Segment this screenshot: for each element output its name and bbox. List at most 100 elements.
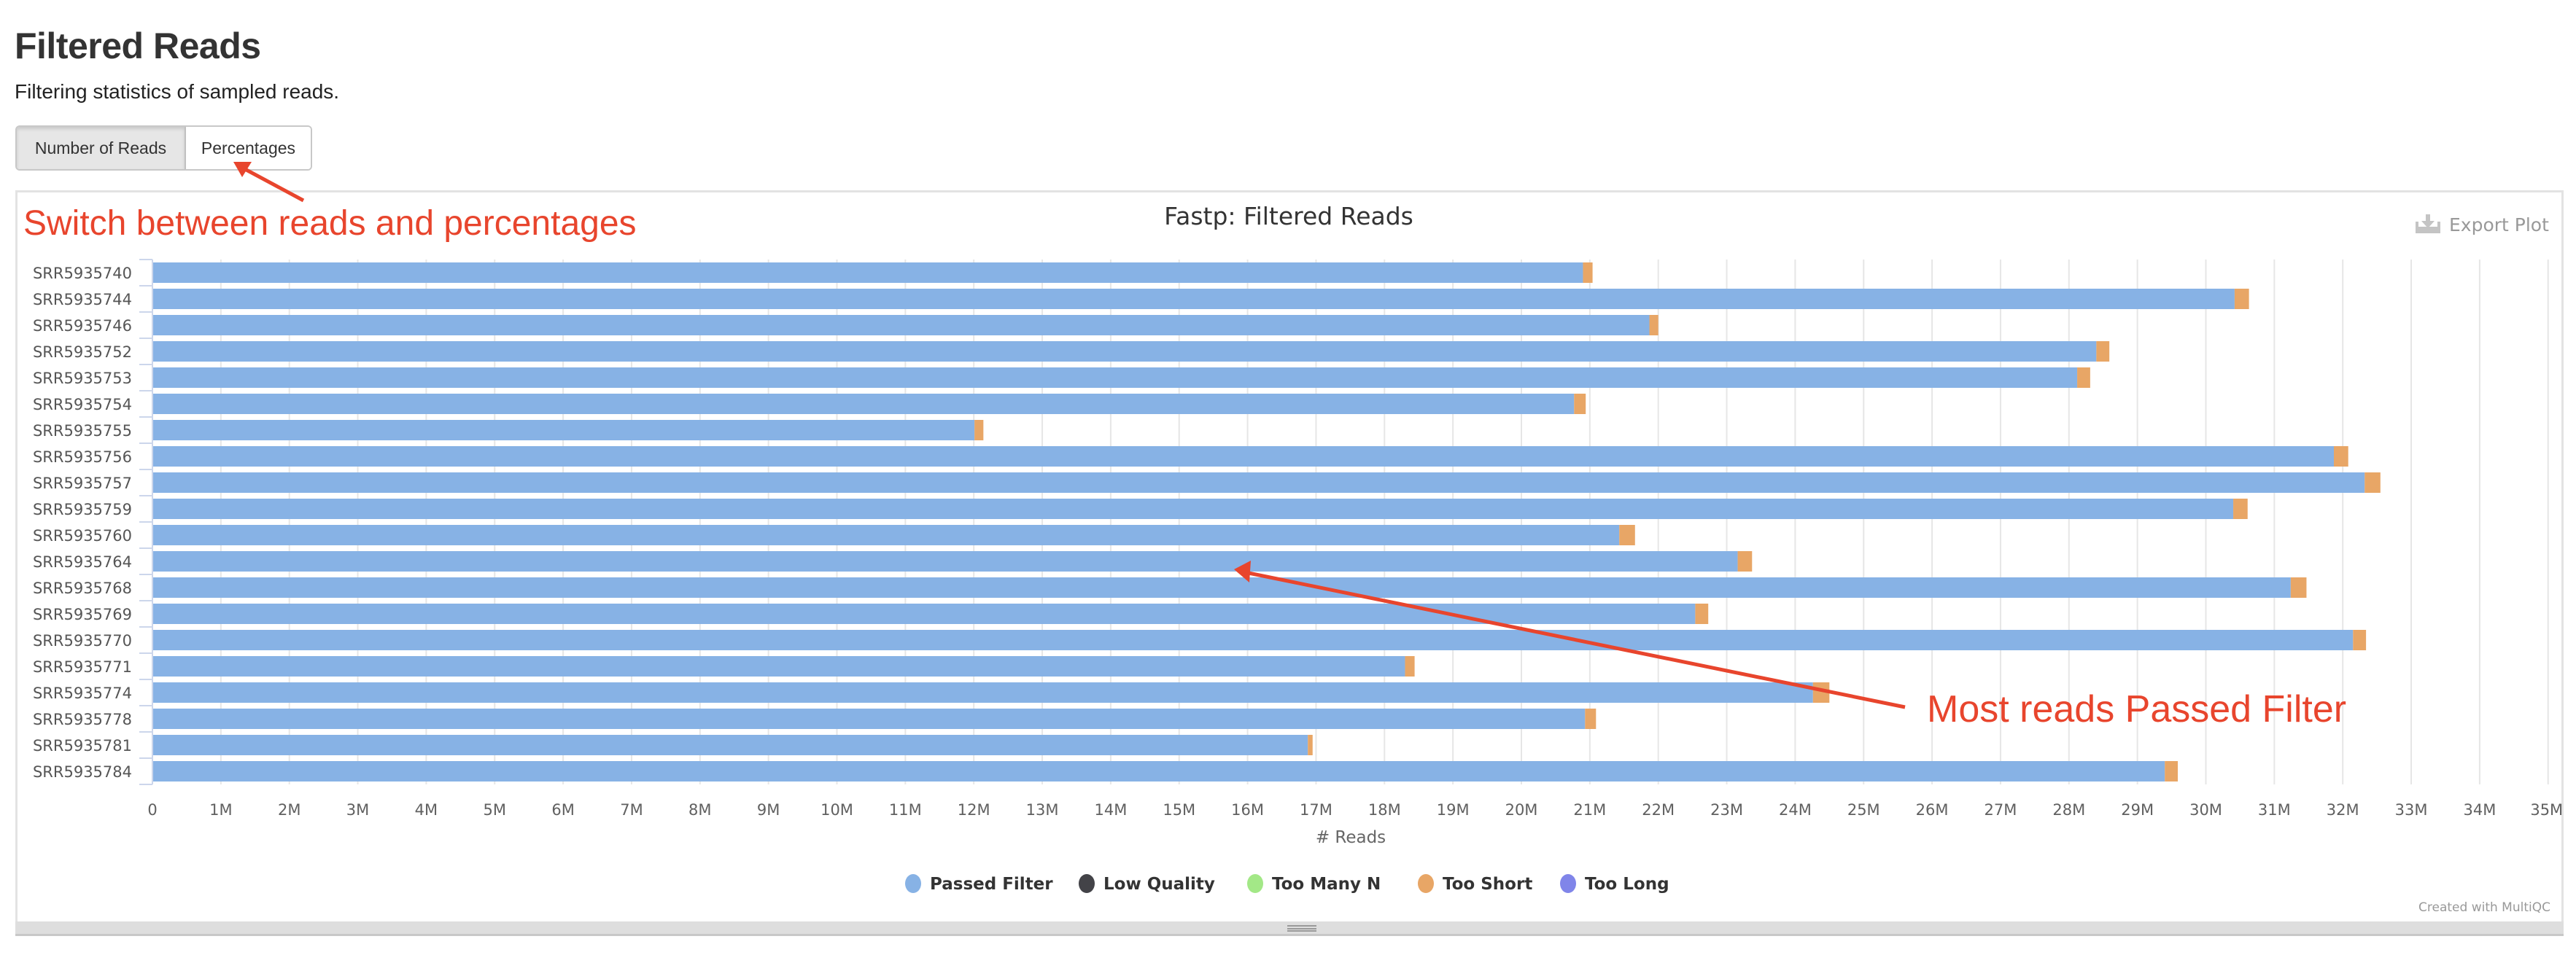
bar-passed-filter[interactable] <box>152 315 1650 335</box>
y-category-label: SRR5935756 <box>33 448 132 466</box>
bar-too-short[interactable] <box>1583 262 1593 283</box>
bar-too-short[interactable] <box>2165 761 2179 781</box>
download-icon <box>2416 214 2440 233</box>
x-tick-label: 8M <box>688 801 711 819</box>
x-tick-label: 35M <box>2530 801 2563 819</box>
export-plot-button[interactable]: Export Plot <box>2416 214 2549 235</box>
bar-too-short[interactable] <box>1619 525 1635 545</box>
legend-item-too-many-n[interactable]: Too Many N <box>1247 874 1381 894</box>
bar-passed-filter[interactable] <box>152 761 2165 781</box>
annotation-switch-text: Switch between reads and percentages <box>23 204 637 243</box>
legend-marker-icon <box>905 874 921 893</box>
x-tick-label: 3M <box>346 801 369 819</box>
x-tick-label: 0 <box>147 801 157 819</box>
x-tick-label: 10M <box>820 801 853 819</box>
x-tick-label: 33M <box>2395 801 2428 819</box>
x-tick-label: 19M <box>1437 801 1470 819</box>
x-tick-label: 2M <box>278 801 300 819</box>
x-tick-label: 11M <box>889 801 922 819</box>
bar-passed-filter[interactable] <box>152 577 2291 598</box>
bar-too-short[interactable] <box>1574 394 1586 414</box>
x-tick-label: 26M <box>1916 801 1949 819</box>
legend-item-passed-filter[interactable]: Passed Filter <box>905 874 1053 894</box>
y-category-label: SRR5935760 <box>33 527 132 545</box>
bar-passed-filter[interactable] <box>152 367 2078 388</box>
bar-passed-filter[interactable] <box>152 735 1308 755</box>
y-category-label: SRR5935784 <box>33 763 132 781</box>
legend-label: Too Long <box>1585 875 1669 894</box>
bar-too-short[interactable] <box>2364 472 2381 493</box>
y-category-label: SRR5935740 <box>33 265 132 282</box>
legend-item-low-quality[interactable]: Low Quality <box>1079 874 1215 894</box>
x-tick-label: 18M <box>1368 801 1401 819</box>
x-tick-label: 12M <box>958 801 990 819</box>
bar-too-short[interactable] <box>1649 315 1659 335</box>
x-tick-label: 17M <box>1300 801 1332 819</box>
bar-too-short[interactable] <box>2233 499 2248 519</box>
bar-too-short[interactable] <box>1585 709 1597 729</box>
bar-passed-filter[interactable] <box>152 499 2234 519</box>
annotation-passed-text: Most reads Passed Filter <box>1927 688 2346 730</box>
bar-too-short[interactable] <box>2290 577 2307 598</box>
bar-too-short[interactable] <box>1695 604 1709 624</box>
x-tick-label: 34M <box>2463 801 2496 819</box>
bar-too-short[interactable] <box>2353 630 2367 650</box>
bar-passed-filter[interactable] <box>152 630 2354 650</box>
x-tick-label: 23M <box>1710 801 1743 819</box>
x-tick-label: 14M <box>1094 801 1127 819</box>
bar-passed-filter[interactable] <box>152 525 1620 545</box>
filtered-reads-chart: 0 1M 2M 3M 4M 5M 6M 7M 8M 9M 10M 11M 12M 13M 14M 15M 16M… <box>23 162 2563 915</box>
legend-marker-icon <box>1560 874 1576 893</box>
bar-too-short[interactable] <box>1308 735 1313 755</box>
bar-passed-filter[interactable] <box>152 341 2097 362</box>
x-tick-label: 21M <box>1573 801 1606 819</box>
x-tick-label: 29M <box>2121 801 2154 819</box>
x-tick-label: 30M <box>2189 801 2222 819</box>
bar-too-short[interactable] <box>2333 446 2348 467</box>
bar-passed-filter[interactable] <box>152 604 1696 624</box>
bar-too-short[interactable] <box>2077 367 2090 388</box>
y-category-label: SRR5935759 <box>33 501 132 518</box>
y-category-label: SRR5935752 <box>33 343 132 361</box>
bar-passed-filter[interactable] <box>152 394 1575 414</box>
x-tick-label: 24M <box>1779 801 1812 819</box>
bar-too-short[interactable] <box>2234 289 2249 309</box>
bar-too-short[interactable] <box>2096 341 2110 362</box>
x-axis-title: # Reads <box>1316 828 1386 847</box>
credits-label: Created with MultiQC <box>2418 900 2550 915</box>
x-tick-label: 15M <box>1163 801 1195 819</box>
bar-too-short[interactable] <box>974 420 984 440</box>
bar-passed-filter[interactable] <box>152 289 2235 309</box>
x-tick-label: 1M <box>209 801 232 819</box>
x-tick-label: 7M <box>620 801 643 819</box>
y-category-label: SRR5935764 <box>33 553 132 571</box>
bar-too-short[interactable] <box>1405 656 1415 677</box>
x-tick-label: 27M <box>1985 801 2017 819</box>
x-tick-label: 13M <box>1026 801 1059 819</box>
export-plot-label: Export Plot <box>2449 214 2549 235</box>
y-category-label: SRR5935778 <box>33 711 132 728</box>
bar-passed-filter[interactable] <box>152 709 1586 729</box>
bar-passed-filter[interactable] <box>152 656 1405 677</box>
bar-passed-filter[interactable] <box>152 551 1738 572</box>
y-category-label: SRR5935753 <box>33 370 132 387</box>
x-tick-label: 22M <box>1642 801 1675 819</box>
legend-label: Too Many N <box>1272 875 1381 894</box>
legend-item-too-long[interactable]: Too Long <box>1560 874 1669 894</box>
bar-passed-filter[interactable] <box>152 472 2365 493</box>
y-category-label: SRR5935757 <box>33 475 132 492</box>
y-category-label: SRR5935768 <box>33 580 132 597</box>
y-category-label: SRR5935774 <box>33 685 132 702</box>
x-tick-label: 28M <box>2052 801 2085 819</box>
bar-passed-filter[interactable] <box>152 682 1813 703</box>
bar-passed-filter[interactable] <box>152 420 975 440</box>
x-tick-label: 4M <box>415 801 438 819</box>
legend-item-too-short[interactable]: Too Short <box>1418 874 1532 894</box>
x-tick-label: 31M <box>2258 801 2291 819</box>
y-category-label: SRR5935754 <box>33 396 132 413</box>
bar-passed-filter[interactable] <box>152 262 1583 283</box>
bar-too-short[interactable] <box>1737 551 1753 572</box>
bar-passed-filter[interactable] <box>152 446 2334 467</box>
y-category-label: SRR5935755 <box>33 422 132 440</box>
chart-title: Fastp: Filtered Reads <box>1164 202 1413 230</box>
